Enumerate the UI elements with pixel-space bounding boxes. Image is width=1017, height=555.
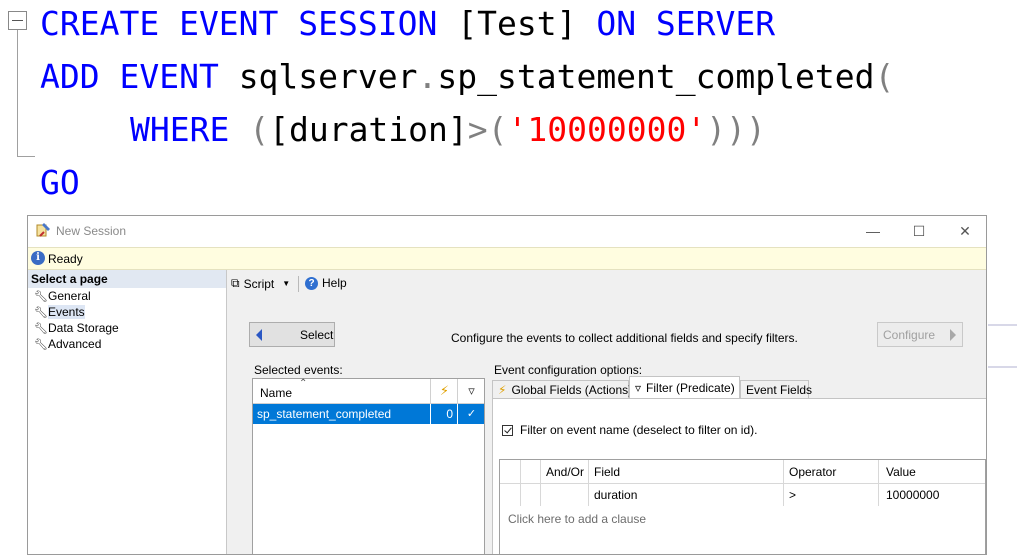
lightning-icon[interactable]: ⚡︎ (430, 379, 458, 403)
filter-on-event-name-checkbox[interactable] (502, 424, 513, 436)
wrench-icon: 🔧︎ (34, 323, 48, 335)
configure-label: Configure (883, 328, 936, 342)
events-description: Configure the events to collect addition… (451, 331, 798, 345)
status-text: Ready (48, 252, 83, 266)
page-item-general[interactable]: 🔧︎General (28, 288, 226, 304)
page-selector-header: Select a page (28, 270, 226, 288)
select-button[interactable]: Select (249, 322, 335, 347)
predicate-value-cell[interactable]: 10000000 (886, 484, 939, 506)
predicate-operator: > (467, 110, 488, 149)
close-button[interactable]: ✕ (942, 216, 986, 247)
session-name: [Test] (457, 4, 577, 43)
tab-filter-predicate[interactable]: ▿ Filter (Predicate) (629, 376, 740, 399)
predicate-operator-cell[interactable]: > (789, 484, 796, 506)
page-item-label: General (48, 289, 91, 303)
page-item-advanced[interactable]: 🔧︎Advanced (28, 336, 226, 352)
configure-button[interactable]: Configure (877, 322, 963, 347)
title-bar[interactable]: New Session — ☐ ✕ (28, 216, 986, 247)
script-label: Script (243, 276, 275, 291)
events-grid-header: Name ⌃ ⚡︎ ▿ (253, 378, 485, 404)
tab-label: Global Fields (Actions) (511, 383, 633, 397)
page-item-label: Advanced (48, 337, 102, 351)
page-item-label: Events (48, 305, 85, 319)
wrench-icon: 🔧︎ (34, 291, 48, 303)
name-column-header[interactable]: Name (260, 386, 292, 400)
page-item-label: Data Storage (48, 321, 119, 335)
andor-column-header[interactable]: And/Or (546, 461, 584, 483)
maximize-button[interactable]: ☐ (896, 216, 942, 247)
code-line-3: WHERE ([duration]>('10000000'))) (130, 110, 766, 150)
event-row-name: sp_statement_completed (257, 407, 392, 421)
page-item-events[interactable]: 🔧︎Events (28, 304, 226, 320)
select-label: Select (300, 328, 334, 342)
keyword-create-event-session: CREATE EVENT SESSION (40, 4, 458, 43)
events-page-content: Select Configure the events to collect a… (227, 298, 986, 554)
wrench-icon: 🔧︎ (34, 339, 48, 351)
operator-column-header[interactable]: Operator (789, 461, 836, 483)
help-icon: ? (305, 276, 318, 290)
script-icon: ⧉ (231, 276, 240, 290)
code-line-4: GO (40, 163, 80, 203)
field-column-header[interactable]: Field (594, 461, 620, 483)
open-paren: ( (249, 110, 270, 149)
sort-ascending-icon: ⌃ (299, 378, 308, 389)
filter-icon: ▿ (635, 381, 642, 395)
help-button[interactable]: ? Help (305, 276, 347, 290)
code-line-1: CREATE EVENT SESSION [Test] ON SERVER (40, 4, 775, 44)
dot-separator: . (417, 57, 438, 96)
tab-event-fields[interactable]: Event Fields (740, 380, 813, 398)
minimize-button[interactable]: — (850, 216, 896, 247)
collapse-toggle-icon[interactable] (8, 11, 27, 30)
filter-on-event-name-option[interactable]: Filter on event name (deselect to filter… (502, 423, 757, 437)
filter-icon[interactable]: ▿ (457, 379, 485, 403)
lightning-icon: ⚡︎ (498, 383, 507, 397)
event-options-label: Event configuration options: (494, 363, 643, 377)
status-bar: i Ready (28, 247, 986, 270)
code-line-2: ADD EVENT sqlserver.sp_statement_complet… (40, 57, 894, 97)
page-item-data-storage[interactable]: 🔧︎Data Storage (28, 320, 226, 336)
value-column-header[interactable]: Value (886, 461, 916, 483)
arrow-left-icon (256, 329, 262, 341)
tab-global-fields[interactable]: ⚡︎ Global Fields (Actions) (492, 380, 633, 398)
keyword-where: WHERE (130, 110, 250, 149)
selected-events-grid[interactable]: Name ⌃ ⚡︎ ▿ sp_statement_completed 0 ✓ (252, 378, 485, 554)
checkmark-icon: ✓ (457, 404, 485, 424)
add-clause-link[interactable]: Click here to add a clause (508, 512, 646, 526)
table-row[interactable]: sp_statement_completed 0 ✓ (253, 404, 484, 424)
package-name: sqlserver (238, 57, 418, 96)
predicate-field: [duration] (269, 110, 468, 149)
new-session-icon (36, 223, 50, 237)
filter-tab-panel: Filter on event name (deselect to filter… (492, 398, 986, 554)
close-parens: ))) (706, 110, 766, 149)
tab-label: Event Fields (746, 383, 813, 397)
open-paren: ( (487, 110, 508, 149)
background-lines-decoration (988, 324, 1017, 368)
arrow-right-icon (950, 329, 956, 341)
keyword-go: GO (40, 163, 80, 202)
tab-label: Filter (Predicate) (646, 381, 735, 395)
script-button[interactable]: ⧉ Script ▼ (231, 276, 290, 291)
toolbar-separator (298, 276, 299, 292)
predicate-field-cell[interactable]: duration (594, 484, 637, 506)
dialog-title: New Session (56, 224, 127, 238)
sql-code-editor[interactable]: CREATE EVENT SESSION [Test] ON SERVER AD… (0, 0, 1017, 210)
event-row-action-count: 0 (430, 404, 457, 424)
keyword-add-event: ADD EVENT (40, 57, 239, 96)
info-icon: i (31, 251, 45, 265)
keyword-on-server: ON SERVER (576, 4, 776, 43)
toolbar: ⧉ Script ▼ ? Help (227, 270, 986, 299)
fold-guide-line (17, 30, 18, 156)
predicate-value: '10000000' (507, 110, 707, 149)
fold-guide-end (17, 156, 35, 157)
open-paren: ( (874, 57, 895, 96)
filter-checkbox-label: Filter on event name (deselect to filter… (520, 423, 758, 437)
new-session-dialog: New Session — ☐ ✕ i Ready Select a page … (27, 215, 987, 555)
help-label: Help (322, 276, 347, 290)
page-selector: Select a page 🔧︎General 🔧︎Events 🔧︎Data … (28, 270, 227, 554)
dropdown-arrow-icon[interactable]: ▼ (282, 279, 290, 288)
predicate-grid[interactable]: And/Or Field Operator Value duration > 1… (499, 459, 986, 554)
event-name: sp_statement_completed (437, 57, 875, 96)
wrench-icon: 🔧︎ (34, 307, 48, 319)
selected-events-label: Selected events: (254, 363, 343, 377)
